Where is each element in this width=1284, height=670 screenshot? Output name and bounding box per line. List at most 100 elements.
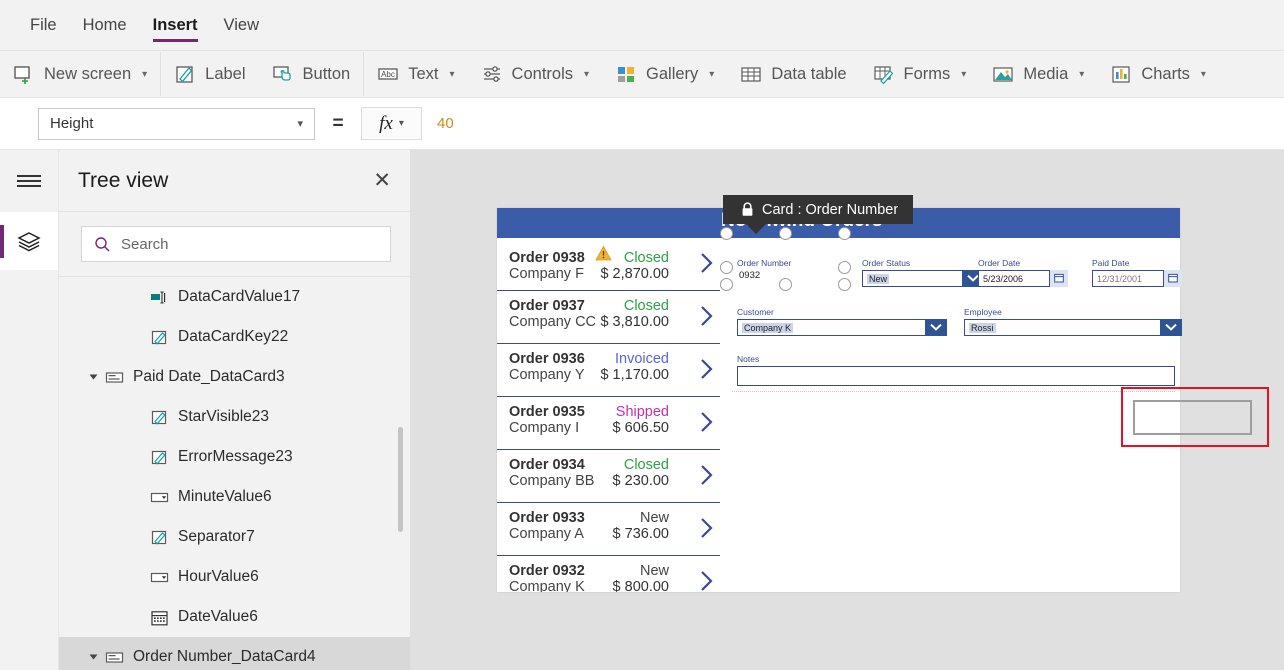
expand-caret-icon[interactable] — [87, 371, 100, 384]
chevron-right-icon[interactable] — [700, 411, 713, 433]
tree-item-datacardkey22[interactable]: DataCardKey22 — [59, 317, 410, 357]
forms-icon — [873, 66, 893, 85]
tree-item-separator7[interactable]: Separator7 — [59, 517, 410, 557]
tree-item-label: StarVisible23 — [178, 408, 270, 425]
tree-item-label: DataCardValue17 — [178, 288, 301, 305]
gallery-icon — [618, 67, 635, 82]
field-customer[interactable]: Customer Company K — [737, 307, 948, 336]
tooltip-text: Card : Order Number — [762, 201, 899, 218]
resize-handle-se[interactable] — [838, 278, 851, 291]
hamburger-menu-button[interactable] — [0, 150, 58, 212]
chevron-right-icon[interactable] — [700, 464, 713, 486]
resize-handle-s[interactable] — [779, 278, 792, 291]
chevron-down-icon: ▾ — [1079, 68, 1085, 80]
gallery-row[interactable]: Order 0936 Invoiced Company Y $ 1,170.00 — [497, 344, 720, 397]
ribbon-group-controls: Abc Text ▾ Controls ▾ Gallery ▾ Data tab… — [364, 51, 1219, 97]
gallery-row[interactable]: Order 0933 New Company A $ 736.00 — [497, 503, 720, 556]
calendar-icon[interactable] — [1049, 269, 1069, 287]
resize-handle-e[interactable] — [838, 261, 851, 274]
button-button[interactable]: Button — [259, 51, 364, 97]
gallery-row[interactable]: Order 0938 Closed Company F $ 2,870.00 — [497, 238, 720, 291]
charts-button-label: Charts — [1141, 64, 1190, 83]
chevron-down-icon[interactable] — [925, 318, 948, 336]
gallery-row[interactable]: Order 0932 New Company K $ 800.00 — [497, 556, 720, 592]
tree-item-hourvalue6[interactable]: HourValue6 — [59, 557, 410, 597]
new-screen-button[interactable]: New screen ▾ — [0, 51, 160, 97]
field-label: Order Status — [862, 258, 911, 268]
field-notes[interactable]: Notes — [737, 354, 1175, 386]
dropdown-input[interactable]: Rossi — [964, 318, 1183, 336]
chevron-right-icon[interactable] — [700, 305, 713, 327]
order-amount: $ 3,810.00 — [600, 314, 669, 330]
label-button[interactable]: Label — [161, 51, 258, 97]
close-icon[interactable]: ✕ — [373, 170, 391, 191]
layers-icon — [17, 232, 41, 252]
media-button[interactable]: Media ▾ — [979, 51, 1097, 97]
data-table-button[interactable]: Data table — [727, 51, 859, 97]
menu-item-file[interactable]: File — [30, 0, 57, 51]
notes-input[interactable] — [737, 366, 1175, 386]
chevron-right-icon[interactable] — [700, 358, 713, 380]
field-order-date[interactable]: Order Date 5/23/2006 — [978, 258, 1069, 287]
chevron-right-icon[interactable] — [700, 252, 713, 274]
caret-spacer — [132, 531, 145, 544]
lock-icon — [742, 202, 753, 216]
field-paid-date[interactable]: Paid Date 12/31/2001 — [1092, 258, 1183, 287]
company-name: Company CC — [509, 314, 597, 330]
resize-handle-w[interactable] — [720, 261, 733, 274]
gallery-row[interactable]: Order 0934 Closed Company BB $ 230.00 — [497, 450, 720, 503]
tree-item-datacardvalue17[interactable]: DataCardValue17 — [59, 277, 410, 317]
tree-view-rail-button[interactable] — [0, 212, 58, 270]
tree-item-label: MinuteValue6 — [178, 488, 272, 505]
caret-spacer — [132, 411, 145, 424]
resize-handle-sw[interactable] — [720, 278, 733, 291]
date-input[interactable]: 12/31/2001 — [1092, 269, 1183, 287]
tree-item-minutevalue6[interactable]: MinuteValue6 — [59, 477, 410, 517]
chevron-right-icon[interactable] — [700, 570, 713, 592]
resize-handle-nw[interactable] — [720, 227, 733, 240]
dropdown-input[interactable]: Company K — [737, 318, 948, 336]
charts-button[interactable]: Charts ▾ — [1097, 51, 1219, 97]
field-order-status[interactable]: Order Status New — [862, 258, 985, 287]
controls-button[interactable]: Controls ▾ — [468, 51, 602, 97]
left-rail — [0, 150, 59, 670]
label-pencil-icon — [150, 528, 169, 547]
fx-button[interactable]: fx ▾ — [361, 107, 422, 140]
tree-item-datevalue6[interactable]: DateValue6 — [59, 597, 410, 637]
menu-item-insert[interactable]: Insert — [152, 0, 198, 51]
tree-item-errormessage23[interactable]: ErrorMessage23 — [59, 437, 410, 477]
resize-handle-n[interactable] — [779, 227, 792, 240]
gallery-row[interactable]: Order 0935 Shipped Company I $ 606.50 — [497, 397, 720, 450]
chevron-down-icon[interactable] — [1160, 318, 1183, 336]
expand-caret-icon[interactable] — [87, 651, 100, 664]
gallery-button[interactable]: Gallery ▾ — [602, 51, 727, 97]
dropdown-input[interactable]: New — [862, 269, 985, 287]
menu-item-home[interactable]: Home — [83, 0, 127, 51]
order-amount: $ 1,170.00 — [600, 367, 669, 383]
resize-handle-ne[interactable] — [838, 227, 851, 240]
field-value: 5/23/2006 — [983, 273, 1024, 284]
tree-search-wrapper — [59, 212, 410, 277]
canvas-area[interactable]: Northwind Orders Order 0938 Closed Compa… — [411, 150, 1284, 670]
field-employee[interactable]: Employee Rossi — [964, 307, 1183, 336]
formula-input[interactable] — [422, 107, 1284, 140]
search-input[interactable] — [121, 235, 378, 253]
field-value: Rossi — [969, 322, 996, 333]
gallery-row[interactable]: Order 0937 Closed Company CC $ 3,810.00 — [497, 291, 720, 344]
orders-gallery[interactable]: Order 0938 Closed Company F $ 2,870.00 O… — [497, 238, 720, 592]
text-button[interactable]: Abc Text ▾ — [364, 51, 467, 97]
new-screen-icon — [14, 66, 30, 84]
date-input[interactable]: 5/23/2006 — [978, 269, 1069, 287]
menu-item-view[interactable]: View — [224, 0, 259, 51]
tree-item-paid-date-datacard3[interactable]: Paid Date_DataCard3 — [59, 357, 410, 397]
chevron-right-icon[interactable] — [700, 517, 713, 539]
tree-item-starvisible23[interactable]: StarVisible23 — [59, 397, 410, 437]
tree-item-order-number-datacard4[interactable]: Order Number_DataCard4 — [59, 637, 410, 670]
forms-button[interactable]: Forms ▾ — [860, 51, 980, 97]
dropdown-icon — [150, 488, 169, 507]
dropdown-icon — [150, 568, 169, 587]
search-box[interactable] — [81, 226, 391, 262]
calendar-icon — [150, 608, 169, 627]
calendar-icon[interactable] — [1163, 269, 1183, 287]
property-selector[interactable]: Height ▾ — [38, 107, 315, 140]
